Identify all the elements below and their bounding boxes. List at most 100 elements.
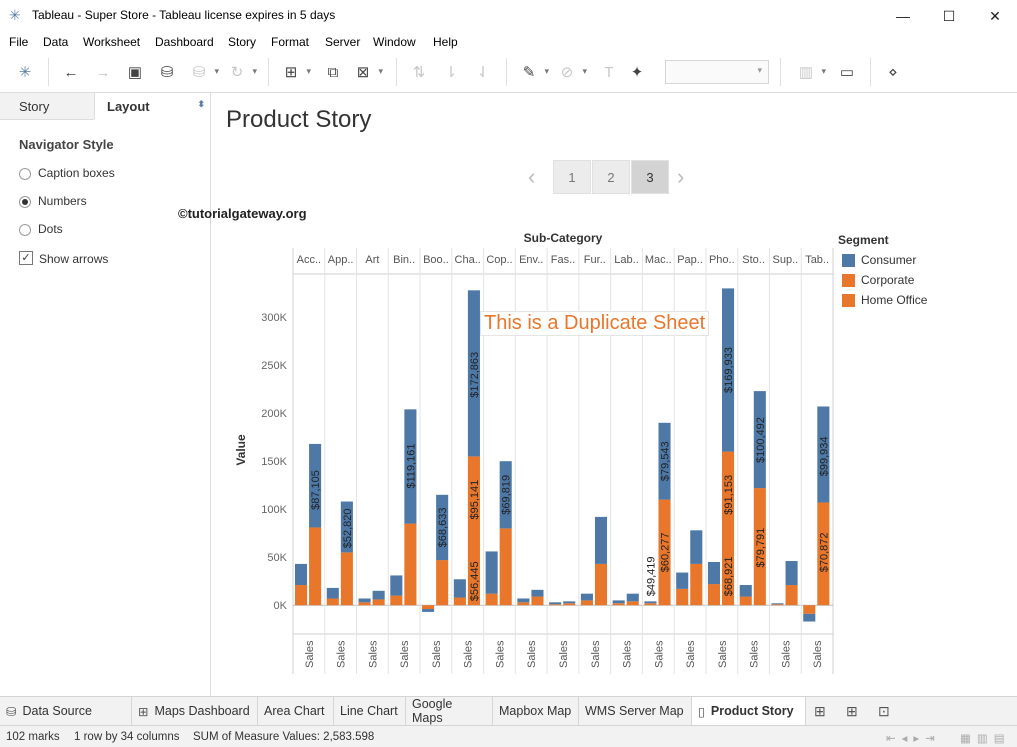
bar-data-label: $49,419 <box>645 557 657 597</box>
column-sales-label: Sales <box>685 640 697 668</box>
category-label: Sto.. <box>742 254 765 266</box>
menu-help[interactable]: Help <box>433 35 458 49</box>
dots-radio[interactable] <box>19 224 31 236</box>
bar-segment-consumer <box>549 602 562 605</box>
menu-dashboard[interactable]: Dashboard <box>155 35 214 49</box>
column-sales-label: Sales <box>717 640 729 668</box>
bar-segment-orange <box>612 603 625 606</box>
column-sales-label: Sales <box>463 640 475 668</box>
bar-segment-consumer <box>644 601 657 604</box>
close-button[interactable]: ✕ <box>972 0 1017 32</box>
tab-data-source[interactable]: ⛁ Data Source <box>0 697 132 725</box>
clear-sheet-icon[interactable]: ⊠ <box>352 62 383 82</box>
show-arrows-checkbox[interactable]: ✓ <box>19 251 33 265</box>
tab-maps-dashboard[interactable]: ⊞ Maps Dashboard <box>132 697 258 725</box>
view-toggle-icon[interactable]: ▦▥▤ <box>960 731 1011 745</box>
minimize-button[interactable]: — <box>880 0 926 32</box>
y-axis-title: Value <box>234 434 248 466</box>
numbers-radio[interactable] <box>19 196 31 208</box>
legend-label-consumer: Consumer <box>861 253 917 267</box>
y-tick-label: 100K <box>261 504 287 516</box>
bar-segment-orange <box>531 596 544 606</box>
swap-icon[interactable]: ⇅ <box>408 62 430 82</box>
tab-layout-label: Layout <box>107 98 150 114</box>
menu-file[interactable]: File <box>9 35 28 49</box>
highlight-icon[interactable]: ✎ <box>518 62 549 82</box>
maximize-button[interactable]: ☐ <box>926 0 972 32</box>
presentation-mode-icon[interactable]: ▭ <box>836 62 858 82</box>
tab-line-chart[interactable]: Line Chart <box>334 697 406 725</box>
redo-icon[interactable]: → <box>92 62 114 82</box>
category-label: Tab.. <box>805 254 829 266</box>
nav-prev-arrow[interactable]: ‹ <box>528 164 535 190</box>
tab-story[interactable]: Story <box>0 93 94 120</box>
tab-area-chart[interactable]: Area Chart <box>258 697 334 725</box>
save-icon[interactable]: ▣ <box>124 62 146 82</box>
menu-story[interactable]: Story <box>228 35 256 49</box>
legend-title: Segment <box>838 233 889 247</box>
tab-mapbox-map[interactable]: Mapbox Map <box>493 697 579 725</box>
tab-product-story[interactable]: ▯ Product Story <box>692 697 806 725</box>
menu-worksheet[interactable]: Worksheet <box>83 35 140 49</box>
column-sales-label: Sales <box>812 640 824 668</box>
bar-data-label: $79,791 <box>755 528 767 568</box>
fit-dropdown[interactable]: ▾ <box>665 60 769 84</box>
legend-label-corporate: Corporate <box>861 273 915 287</box>
new-worksheet-icon[interactable]: ⊞ <box>280 62 311 82</box>
caption-boxes-radio[interactable] <box>19 168 31 180</box>
menu-window[interactable]: Window <box>373 35 416 49</box>
menu-format[interactable]: Format <box>271 35 309 49</box>
column-sales-label: Sales <box>558 640 570 668</box>
bar-data-label: $91,153 <box>723 475 735 515</box>
pause-updates-icon[interactable]: ⛁ <box>188 62 219 82</box>
legend-item-home-office[interactable]: Home Office <box>842 293 927 307</box>
share-icon[interactable]: ⋄ <box>882 62 904 82</box>
pin-icon[interactable]: ✦ <box>626 62 648 82</box>
category-label: Acc.. <box>297 254 321 266</box>
bar-segment-orange <box>499 528 512 606</box>
sheet-nav-arrows-icon[interactable]: ⇤◂▸⇥ <box>886 731 941 745</box>
category-label: Pap.. <box>677 254 703 266</box>
title-bar: ✳ Tableau - Super Store - Tableau licens… <box>0 0 1017 32</box>
story-title: Product Story <box>226 106 372 133</box>
bar-segment-consumer <box>771 603 784 605</box>
status-marks: 102 marks <box>6 731 60 743</box>
story-point-2[interactable]: 2 <box>592 160 630 194</box>
category-label: Cha.. <box>455 254 481 266</box>
y-tick-label: 0K <box>274 600 288 612</box>
stacked-bar-chart: Sub-Category 0K 50K 100K 150K 200K 250K 300K Val… <box>234 231 834 674</box>
story-point-3[interactable]: 3 <box>631 160 669 194</box>
y-tick-label: 50K <box>267 552 287 564</box>
show-labels-icon[interactable]: T <box>598 62 620 82</box>
new-dashboard-tab-icon[interactable]: ⊞ <box>846 703 858 720</box>
legend-item-consumer[interactable]: Consumer <box>842 253 916 267</box>
refresh-icon[interactable]: ↻ <box>226 62 257 82</box>
undo-icon[interactable]: ← <box>60 62 82 82</box>
bar-segment-orange <box>326 598 339 606</box>
column-sales-label: Sales <box>367 640 379 668</box>
show-me-icon[interactable]: ▥ <box>795 62 826 82</box>
pane-menu-icon[interactable]: ⬍ <box>197 99 205 110</box>
watermark: ©tutorialgateway.org <box>178 206 307 221</box>
nav-next-arrow[interactable]: › <box>677 164 684 190</box>
sheet-tabs-bar: ⛁ Data Source ⊞ Maps Dashboard Area Chart … <box>0 696 1017 725</box>
group-icon[interactable]: ⊘ <box>556 62 587 82</box>
bar-segment-consumer <box>453 579 466 598</box>
new-worksheet-tab-icon[interactable]: ⊞ <box>814 703 826 720</box>
new-data-source-icon[interactable]: ⛁ <box>156 62 178 82</box>
tab-google-maps[interactable]: Google Maps <box>406 697 493 725</box>
story-icon: ▯ <box>698 704 705 719</box>
bar-segment-orange <box>453 597 466 606</box>
tab-wms-server-map[interactable]: WMS Server Map <box>579 697 692 725</box>
story-point-1[interactable]: 1 <box>553 160 591 194</box>
menu-data[interactable]: Data <box>43 35 68 49</box>
bar-segment-orange <box>517 602 530 606</box>
menu-server[interactable]: Server <box>325 35 360 49</box>
new-story-tab-icon[interactable]: ⊡ <box>878 703 890 720</box>
tableau-start-icon[interactable]: ✳ <box>14 62 36 82</box>
legend-item-corporate[interactable]: Corporate <box>842 273 914 287</box>
sort-ascending-icon[interactable]: ⇂ <box>440 62 462 82</box>
duplicate-sheet-icon[interactable]: ⧉ <box>322 62 344 82</box>
sort-descending-icon[interactable]: ⇃ <box>472 62 494 82</box>
tab-layout[interactable]: Layout ⬍ <box>94 93 211 119</box>
